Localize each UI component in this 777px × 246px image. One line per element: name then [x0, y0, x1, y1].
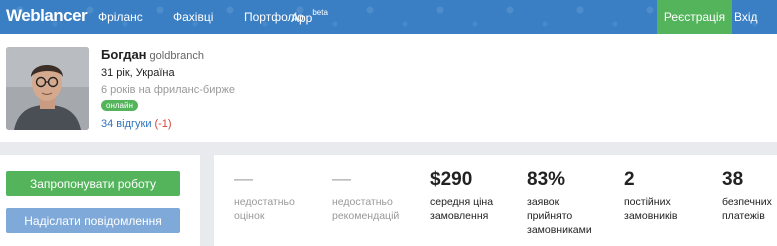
top-navigation-bar: Weblancer Фріланс Фахівці Портфоліо Appb…	[0, 0, 777, 34]
nav-item-freelance[interactable]: Фріланс	[98, 10, 143, 24]
reviews-link[interactable]: 34 відгуки	[101, 118, 151, 130]
login-link[interactable]: Вхід	[734, 10, 758, 24]
stat-accepted-bids: 83% заявок прийнято замовниками	[527, 169, 592, 237]
stat-value: —	[332, 169, 351, 190]
stat-label-line: замовників	[624, 210, 678, 222]
stat-value: 2	[624, 169, 635, 190]
stat-label-line: недостатньо	[332, 196, 393, 208]
send-message-button[interactable]: Надіслати повідомлення	[6, 208, 180, 233]
stat-label-line: прийнято	[527, 210, 573, 222]
stat-label-line: оцінок	[234, 210, 265, 222]
stat-value: 83%	[527, 169, 566, 190]
stat-safe-payments: 38 безпечних платежів	[722, 169, 772, 223]
stat-label-line: заявок	[527, 196, 560, 208]
profile-age-location: 31 рік, Україна	[101, 67, 175, 79]
offer-job-button[interactable]: Запропонувати роботу	[6, 171, 180, 196]
stat-label: заявок прийнято замовниками	[527, 195, 592, 237]
nav-item-app-label: App	[291, 11, 313, 25]
weblancer-logo[interactable]: Weblancer	[6, 6, 88, 26]
stat-label-line: замовлення	[430, 210, 489, 222]
actions-panel: Запропонувати роботу Надіслати повідомле…	[0, 155, 200, 246]
stat-label-line: замовниками	[527, 224, 592, 236]
reviews-row: 34 відгуки (-1)	[101, 118, 172, 130]
beta-label: beta	[312, 8, 328, 17]
register-button[interactable]: Реєстрація	[657, 0, 732, 34]
profile-login: goldbranch	[149, 50, 204, 62]
nav-item-specialists[interactable]: Фахівці	[173, 10, 213, 24]
stat-label: безпечних платежів	[722, 195, 772, 223]
stat-label-line: платежів	[722, 210, 765, 222]
stat-average-price: $290 середня ціна замовлення	[430, 169, 493, 223]
stat-label-line: постійних	[624, 196, 671, 208]
stats-panel: — недостатньо оцінок — недостатньо реком…	[214, 155, 777, 246]
profile-name-row: Богдан goldbranch	[101, 47, 204, 62]
stat-regular-clients: 2 постійних замовників	[624, 169, 677, 223]
stat-label: недостатньо рекомендацій	[332, 195, 399, 223]
stat-rating: — недостатньо оцінок	[234, 169, 295, 223]
nav-item-app[interactable]: Appbeta	[291, 8, 328, 25]
avatar-photo	[6, 47, 89, 130]
stat-label-line: безпечних	[722, 196, 772, 208]
negative-reviews-count[interactable]: (-1)	[154, 118, 171, 130]
stat-recommendations: — недостатньо рекомендацій	[332, 169, 399, 223]
stat-label-line: рекомендацій	[332, 210, 400, 222]
profile-card: Богдан goldbranch 31 рік, Україна 6 років…	[0, 34, 777, 142]
stat-value: —	[234, 169, 253, 190]
stat-value: $290	[430, 169, 473, 190]
profile-freelance-years: 6 років на фриланс-бирже	[101, 84, 235, 96]
online-status-badge: онлайн	[101, 100, 138, 111]
stat-label: середня ціна замовлення	[430, 195, 493, 223]
stat-label: постійних замовників	[624, 195, 677, 223]
profile-name: Богдан	[101, 47, 147, 62]
stat-value: 38	[722, 169, 744, 190]
avatar	[6, 47, 89, 130]
stat-label-line: середня ціна	[430, 196, 494, 208]
stat-label-line: недостатньо	[234, 196, 295, 208]
stat-label: недостатньо оцінок	[234, 195, 295, 223]
